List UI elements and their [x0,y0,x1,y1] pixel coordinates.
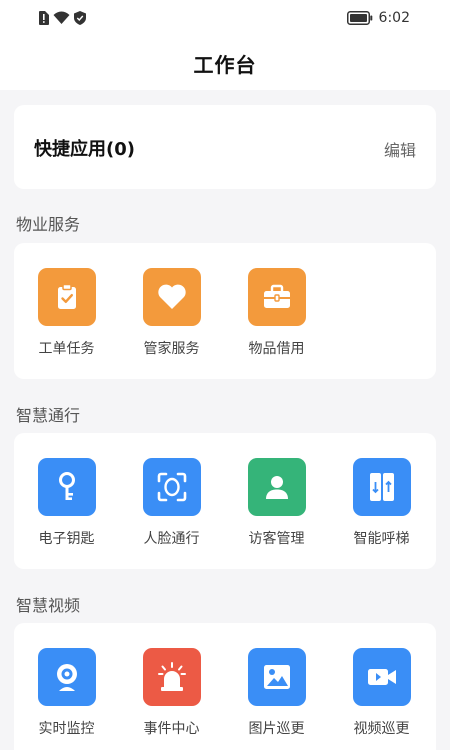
property-services-card: 工单任务 管家服务 物品借用 [14,243,436,379]
camera-icon [37,648,96,706]
app-live-monitor[interactable]: 实时监控 [14,623,119,738]
app-label: 人脸通行 [143,531,200,547]
app-electronic-key[interactable]: 电子钥匙 [14,433,119,548]
quick-apps-title: 快捷应用(0) [34,139,135,160]
status-icons-right: 6:02 [346,9,410,27]
app-item-borrow[interactable]: 物品借用 [224,243,329,358]
heart-icon [142,268,201,326]
shield-icon [74,11,86,25]
status-icons-left [38,10,86,26]
edit-button[interactable]: 编辑 [384,137,416,161]
key-icon [37,458,96,516]
section-title-smart-video: 智慧视频 [16,596,81,615]
app-work-order[interactable]: 工单任务 [14,243,119,358]
app-label: 物品借用 [248,341,305,357]
app-event-center[interactable]: 事件中心 [119,623,224,738]
app-face-access[interactable]: 人脸通行 [119,433,224,548]
face-scan-icon [142,458,201,516]
wifi-icon [53,11,70,24]
section-title-smart-access: 智慧通行 [16,406,81,425]
section-title-property-services: 物业服务 [16,215,81,234]
quick-apps-card: 快捷应用(0) 编辑 [14,105,436,189]
app-label: 视频巡更 [353,721,410,737]
sim-alert-icon [39,11,49,25]
app-label: 访客管理 [248,531,305,547]
video-icon [352,648,411,706]
status-time: 6:02 [378,10,410,26]
app-header: 工作台 [0,36,450,90]
app-video-patrol[interactable]: 视频巡更 [329,623,434,738]
app-label: 实时监控 [38,721,95,737]
app-photo-patrol[interactable]: 图片巡更 [224,623,329,738]
smart-access-card: 电子钥匙 人脸通行 访客管理 智能呼梯 [14,433,436,569]
app-label: 智能呼梯 [353,531,410,547]
toolbox-icon [247,268,306,326]
clipboard-check-icon [37,268,96,326]
app-label: 图片巡更 [248,721,305,737]
app-butler-service[interactable]: 管家服务 [119,243,224,358]
app-label: 工单任务 [38,341,95,357]
elevator-icon [352,458,411,516]
app-label: 管家服务 [143,341,200,357]
alarm-light-icon [142,648,201,706]
smart-video-card: 实时监控 事件中心 图片巡更 视频巡更 [14,623,436,750]
battery-icon [346,11,372,25]
page-title: 工作台 [193,52,257,77]
status-bar: 6:02 [0,0,450,36]
app-visitor-management[interactable]: 访客管理 [224,433,329,548]
app-label: 电子钥匙 [38,531,95,547]
person-icon [247,458,306,516]
image-icon [247,648,306,706]
app-smart-elevator[interactable]: 智能呼梯 [329,433,434,548]
app-label: 事件中心 [143,721,200,737]
